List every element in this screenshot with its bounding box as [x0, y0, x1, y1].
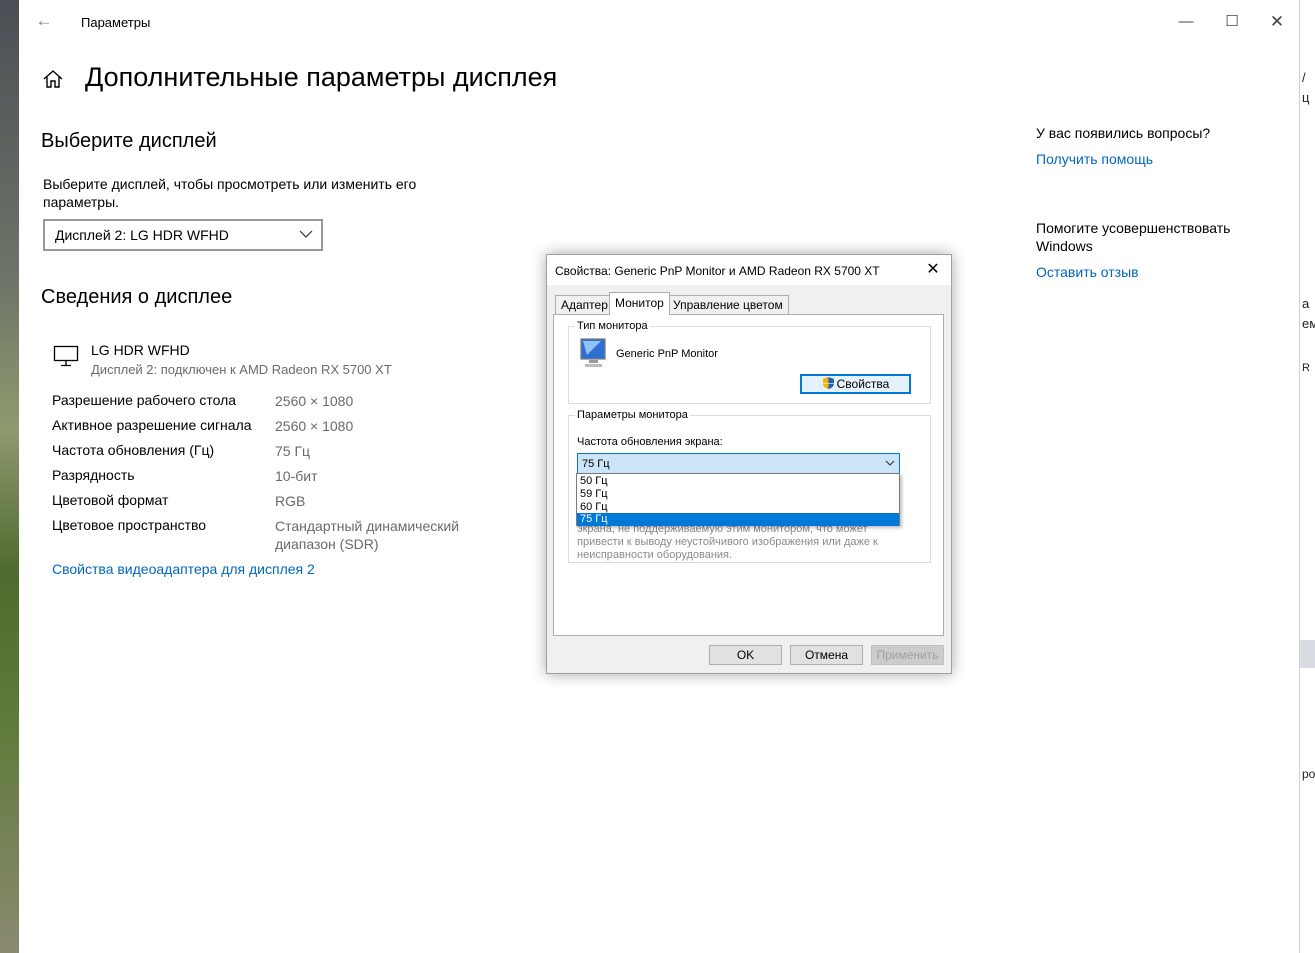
monitor-properties-dialog: Свойства: Generic PnP Monitor и AMD Rade… — [546, 254, 952, 674]
questions-text: У вас появились вопросы? — [1036, 125, 1211, 141]
monitor-type-name: Generic PnP Monitor — [616, 348, 718, 360]
info-label-refresh-rate: Частота обновления (Гц) — [52, 442, 215, 458]
cancel-button[interactable]: Отмена — [790, 645, 863, 665]
maximize-button[interactable]: ☐ — [1209, 8, 1255, 36]
refresh-option-59[interactable]: 59 Гц — [577, 488, 899, 501]
refresh-option-75[interactable]: 75 Гц — [577, 513, 899, 526]
monitor-properties-button[interactable]: Свойства — [800, 374, 911, 394]
dialog-close-button[interactable]: ✕ — [921, 259, 945, 281]
display-info-heading: Сведения о дисплее — [41, 286, 233, 308]
refresh-rate-combobox[interactable]: 75 Гц — [577, 453, 900, 475]
minimize-button[interactable]: — — [1163, 8, 1209, 36]
apply-button[interactable]: Применить — [871, 645, 944, 665]
info-value-color-space: Стандартный динамический диапазон (SDR) — [275, 518, 460, 552]
background-window-edge: / ц а ем R ро — [1299, 0, 1315, 953]
background-text-fragment: ц — [1302, 90, 1310, 105]
monitor-icon — [53, 345, 79, 367]
display-select-value: Дисплей 2: LG HDR WFHD — [55, 227, 229, 243]
info-label-color-space: Цветовое пространство — [52, 517, 207, 533]
background-text-fragment: ем — [1302, 316, 1315, 331]
background-text-fragment: а — [1302, 296, 1310, 311]
shield-icon — [822, 377, 834, 389]
monitor-name: LG HDR WFHD — [91, 342, 190, 358]
refresh-rate-dropdown-list: 50 Гц 59 Гц 60 Гц 75 Гц — [576, 473, 900, 526]
info-label-desktop-resolution: Разрешение рабочего стола — [52, 392, 237, 408]
close-button[interactable]: ✕ — [1254, 8, 1300, 36]
dialog-title-bar: Свойства: Generic PnP Monitor и AMD Rade… — [547, 255, 951, 285]
monitor-type-group-label: Тип монитора — [575, 320, 650, 332]
page-title: Дополнительные параметры дисплея — [85, 62, 558, 92]
improve-windows-text: Помогите усовершенствовать Windows — [1036, 220, 1231, 254]
feedback-link[interactable]: Оставить отзыв — [1036, 264, 1139, 280]
tab-adapter[interactable]: Адаптер — [555, 295, 614, 314]
monitor-type-group: Тип монитора Generic PnP Monitor Свойств… — [568, 320, 931, 404]
desktop-background — [0, 0, 19, 953]
app-title: Параметры — [81, 15, 151, 30]
dialog-title: Свойства: Generic PnP Monitor и AMD Rade… — [555, 264, 880, 278]
back-button[interactable]: ← — [33, 10, 55, 32]
monitor-properties-button-label: Свойства — [836, 377, 890, 391]
background-panel-band — [1300, 640, 1315, 668]
get-help-link[interactable]: Получить помощь — [1036, 151, 1153, 167]
refresh-rate-warning: экрана, не поддерживаемую этим монитором… — [577, 523, 878, 561]
refresh-rate-label: Частота обновления экрана: — [577, 436, 723, 448]
info-label-color-format: Цветовой формат — [52, 492, 169, 508]
chevron-down-icon — [299, 230, 313, 238]
monitor-icon — [580, 338, 606, 367]
refresh-option-50[interactable]: 50 Гц — [577, 475, 899, 488]
tab-monitor[interactable]: Монитор — [609, 292, 670, 315]
chevron-down-icon — [885, 460, 895, 466]
title-bar: ← Параметры — ☐ ✕ — [19, 0, 1299, 45]
display-select[interactable]: Дисплей 2: LG HDR WFHD — [43, 219, 323, 251]
monitor-connection: Дисплей 2: подключен к AMD Radeon RX 570… — [91, 362, 392, 377]
background-text-fragment: ро — [1302, 767, 1315, 781]
info-label-signal-resolution: Активное разрешение сигнала — [52, 417, 252, 433]
background-text-fragment: / — [1302, 70, 1306, 85]
ok-button[interactable]: OK — [709, 645, 782, 665]
info-value-refresh-rate: 75 Гц — [275, 443, 311, 459]
choose-display-heading: Выберите дисплей — [41, 130, 217, 152]
info-value-desktop-resolution: 2560 × 1080 — [275, 393, 354, 409]
monitor-params-group-label: Параметры монитора — [575, 409, 690, 421]
info-value-color-format: RGB — [275, 493, 306, 509]
info-label-bit-depth: Разрядность — [52, 467, 135, 483]
info-value-signal-resolution: 2560 × 1080 — [275, 418, 354, 434]
adapter-properties-link[interactable]: Свойства видеоадаптера для дисплея 2 — [52, 561, 315, 577]
background-text-fragment: R — [1302, 362, 1310, 374]
choose-display-description: Выберите дисплей, чтобы просмотреть или … — [43, 176, 417, 210]
refresh-rate-value: 75 Гц — [582, 458, 610, 470]
info-value-bit-depth: 10-бит — [275, 468, 318, 484]
home-icon[interactable] — [42, 68, 64, 90]
tab-color-management[interactable]: Управление цветом — [667, 295, 789, 314]
